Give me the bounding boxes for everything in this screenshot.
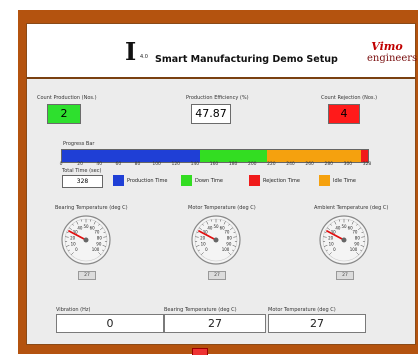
gauge-tick-label: 0 [205, 247, 208, 252]
count-production-label: Count Production (Nos.) [37, 95, 97, 101]
progress-tick-label: 328 [363, 162, 372, 167]
legend-item: Down Time [181, 175, 223, 186]
vibration-label: Vibration (Hz) [56, 307, 90, 313]
progress-tick-label: 60 [116, 162, 122, 167]
gauge-tick-label: 20 [328, 235, 334, 240]
progress-tick-label: 120 [171, 162, 180, 167]
bearing-temperature-numeric: 27 [164, 314, 266, 333]
gauge-tick-label: 20 [200, 235, 206, 240]
gauge-tick-label: 10 [201, 242, 207, 247]
legend-label: Idle Time [333, 178, 356, 184]
count-rejection-label: Count Rejection (Nos.) [321, 95, 377, 101]
gauge-label: Ambient Temperature (deg C) [314, 205, 388, 211]
gauge-digital-readout: 27 [336, 271, 354, 280]
progress-segment-down-time [200, 150, 267, 162]
gauge-tick-label: 80 [227, 235, 233, 240]
legend-swatch [181, 175, 192, 186]
gauge-label: Bearing Temperature (deg C) [55, 205, 128, 211]
gauge-tick-label: 90 [354, 242, 360, 247]
gauge-tick-label: 20 [70, 235, 76, 240]
progress-tick-label: 20 [77, 162, 83, 167]
progress-bar [61, 149, 369, 163]
legend-label: Rejection Time [263, 178, 300, 184]
progress-tick-label: 140 [191, 162, 200, 167]
progress-tick-label: 180 [229, 162, 238, 167]
legend-item: Idle Time [319, 175, 356, 186]
gauge-tick-label: 100 [92, 247, 100, 252]
brand-logo-mark: Vimo [367, 41, 407, 53]
app-window: { "header": { "logo_letter": "I", "logo_… [0, 0, 420, 354]
gauge-tick-label: 0 [75, 247, 78, 252]
legend-swatch [319, 175, 330, 186]
gauge-tick-label: 70 [94, 230, 100, 235]
legend-label: Production Time [127, 178, 167, 184]
gauge-label: Motor Temperature (deg C) [188, 205, 256, 211]
progress-tick-label: 240 [286, 162, 295, 167]
industry-logo-version: 4.0 [140, 54, 148, 60]
gauge-tick-label: 70 [224, 230, 230, 235]
production-efficiency-label: Production Efficiency (%) [186, 95, 249, 101]
legend-item: Production Time [113, 175, 167, 186]
progress-tick-label: 280 [324, 162, 333, 167]
gauge-tick-label: 90 [96, 242, 102, 247]
progress-tick-label: 300 [344, 162, 353, 167]
gauge-tick-label: 50 [213, 224, 219, 229]
gauge-tick-label: 100 [350, 247, 358, 252]
gauge-tick-label: 0 [333, 247, 336, 252]
motor-temperature-numeric-label: Motor Temperature (deg C) [268, 307, 336, 313]
gauge-tick-label: 10 [71, 242, 77, 247]
progress-tick-label: 40 [96, 162, 102, 167]
progress-bar-label: Progress Bar [63, 141, 94, 147]
gauge-tick-label: 70 [352, 230, 358, 235]
progress-segment-idle-time [267, 150, 360, 162]
legend-item: Rejection Time [249, 175, 300, 186]
progress-tick-label: 160 [210, 162, 219, 167]
gauge-tick-label: 40 [335, 225, 341, 230]
temperature-gauge: 0102030405060708090100 [190, 214, 242, 266]
progress-segment-production-time [62, 150, 200, 162]
legend-swatch [113, 175, 124, 186]
legend-swatch [249, 175, 260, 186]
total-time-label: Total Time (sec) [62, 168, 101, 174]
gauge-tick-label: 10 [329, 242, 335, 247]
progress-tick-label: 80 [135, 162, 141, 167]
page-title: Smart Manufacturing Demo Setup [155, 54, 338, 65]
progress-tick-label: 200 [248, 162, 257, 167]
brand-logo: Vimo engineers [367, 41, 407, 67]
count-rejection-indicator: 4 [328, 104, 360, 124]
gauge-tick-label: 80 [97, 235, 103, 240]
gauge-tick-label: 40 [77, 225, 83, 230]
gauge-tick-label: 40 [207, 225, 213, 230]
temperature-gauge: 0102030405060708090100 [318, 214, 370, 266]
brand-logo-word: engineers [367, 53, 407, 64]
gauge-tick-label: 100 [222, 247, 230, 252]
total-time-value: 328 [62, 175, 103, 188]
gauge-tick-label: 50 [341, 224, 347, 229]
legend-label: Down Time [195, 178, 223, 184]
gauge-tick-label: 50 [83, 224, 89, 229]
count-production-indicator: 2 [47, 104, 81, 124]
industry-logo-letter: I [125, 40, 136, 64]
header-bar: I 4.0 Smart Manufacturing Demo Setup Vim… [27, 24, 415, 79]
temperature-gauge: 0102030405060708090100 [60, 214, 112, 266]
progress-bar-scale: 0 20 40 60 80 100 120 140 160 180 200 220 240 260 280 3… [59, 162, 371, 170]
progress-tick-label: 220 [267, 162, 276, 167]
gauge-tick-label: 90 [226, 242, 232, 247]
gauge-digital-readout: 27 [208, 271, 226, 280]
progress-tick-label: 0 [60, 162, 63, 167]
progress-tick-label: 260 [305, 162, 314, 167]
bearing-temperature-numeric-label: Bearing Temperature (deg C) [164, 307, 237, 313]
progress-tick-label: 100 [152, 162, 161, 167]
production-efficiency-indicator: 47.87 [191, 104, 231, 124]
gauge-digital-readout: 27 [78, 271, 96, 280]
gauge-tick-label: 80 [355, 235, 361, 240]
motor-temperature-numeric: 27 [268, 314, 366, 333]
progress-segment-rejection-time [361, 150, 368, 162]
vibration-value: 0 [56, 314, 164, 333]
